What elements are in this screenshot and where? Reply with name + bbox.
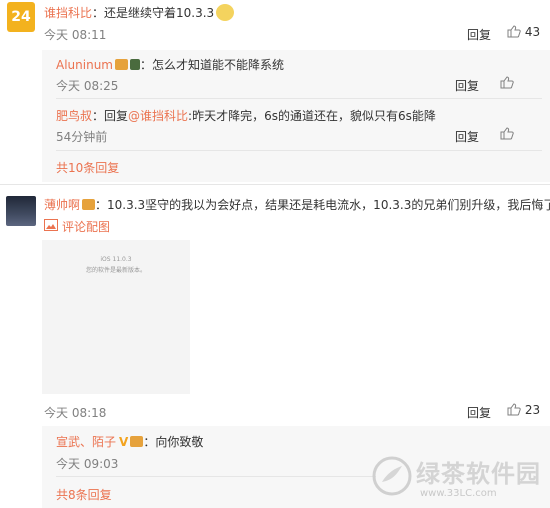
member-icon (130, 59, 140, 70)
image-caption-line-1: iOS 11.0.3 (100, 256, 132, 263)
reply-2-body: 肥鸟叔：回复@谁挡科比:昨天才降完，6s的通道还在，貌似只有6s能降 (56, 107, 436, 124)
site-watermark: 绿茶软件园 www.33LC.com (370, 452, 550, 508)
comment-2-time: 今天 08:18 (44, 406, 107, 420)
reply-1-time: 今天 08:25 (56, 79, 119, 93)
comment-2-more-replies-link[interactable]: 共8条回复 (56, 486, 112, 503)
comment-2-image-link-label: 评论配图 (62, 220, 111, 234)
reply-1-text: ：怎么才知道能不能降系统 (140, 58, 285, 72)
divider (56, 476, 376, 477)
comment-2-image[interactable]: iOS 11.0.3 您的软件是最新版本。 (42, 240, 190, 394)
divider (56, 98, 542, 99)
reply-2-text: :昨天才降完，6s的通道还在，貌似只有6s能降 (188, 109, 436, 123)
reply-3-time: 今天 09:03 (56, 457, 119, 471)
comment-1-text: ：还是继续守着10.3.3 (92, 6, 215, 20)
comment-1-author[interactable]: 谁挡科比 (44, 6, 92, 20)
comment-1-time: 今天 08:11 (44, 28, 107, 42)
vip-icon (130, 436, 144, 447)
comment-2-reply-button[interactable]: 回复 (467, 404, 491, 421)
reply-2-time: 54分钟前 (56, 130, 108, 144)
reply-2-mention[interactable]: @谁挡科比 (128, 109, 188, 123)
watermark-title: 绿茶软件园 (416, 460, 541, 488)
reply-3-author[interactable]: 宣武、陌子 (56, 435, 116, 449)
reply-2-reply-button[interactable]: 回复 (455, 128, 479, 145)
reply-3-text: ：向你致敬 (143, 435, 204, 449)
like-icon (507, 403, 521, 416)
comment-2-like-count: 23 (524, 403, 541, 417)
rank-badge: 24 (7, 2, 35, 32)
watermark-logo-icon (372, 456, 412, 496)
watermark-url: www.33LC.com (420, 488, 497, 499)
comment-1-body: 谁挡科比：还是继续守着10.3.3 (44, 4, 235, 21)
comment-2-like-button[interactable]: 23 (507, 403, 540, 417)
reply-2-like-icon[interactable] (500, 127, 514, 140)
like-icon (507, 25, 521, 38)
comment-2-body: 薄帅啊 ：10.3.3坚守的我以为会好点，结果还是耗电流水，10.3.3的兄弟们别… (44, 196, 550, 213)
image-caption-line-2: 您的软件是最新版本。 (85, 267, 146, 274)
reply-1-body: Aluninum ：怎么才知道能不能降系统 (56, 56, 284, 73)
reply-2-prefix: ：回复 (92, 109, 129, 123)
vip-icon (115, 59, 128, 70)
divider (56, 150, 542, 151)
reply-1-like-icon[interactable] (500, 76, 514, 89)
comment-divider (0, 184, 550, 185)
reply-3-body: 宣武、陌子 V ：向你致敬 (56, 433, 203, 450)
comment-1-reply-button[interactable]: 回复 (467, 26, 491, 43)
verified-v-icon: V (119, 435, 129, 449)
comment-2-image-link[interactable]: 评论配图 (44, 218, 110, 235)
reply-1-author[interactable]: Aluninum (56, 58, 113, 72)
reply-2-author[interactable]: 肥鸟叔 (56, 109, 92, 123)
comment-2-text: ：10.3.3坚守的我以为会好点，结果还是耗电流水，10.3.3的兄弟们别升级，… (95, 198, 550, 212)
comment-2-author[interactable]: 薄帅啊 (44, 198, 80, 212)
comment-1-like-count: 43 (524, 25, 541, 39)
avatar[interactable] (6, 196, 36, 226)
image-icon (44, 219, 58, 231)
comment-1-like-button[interactable]: 43 (507, 25, 540, 39)
comment-1-more-replies-link[interactable]: 共10条回复 (56, 159, 119, 176)
reply-1-reply-button[interactable]: 回复 (455, 77, 479, 94)
cat-emoji-icon (216, 4, 235, 21)
vip-icon (82, 199, 96, 210)
